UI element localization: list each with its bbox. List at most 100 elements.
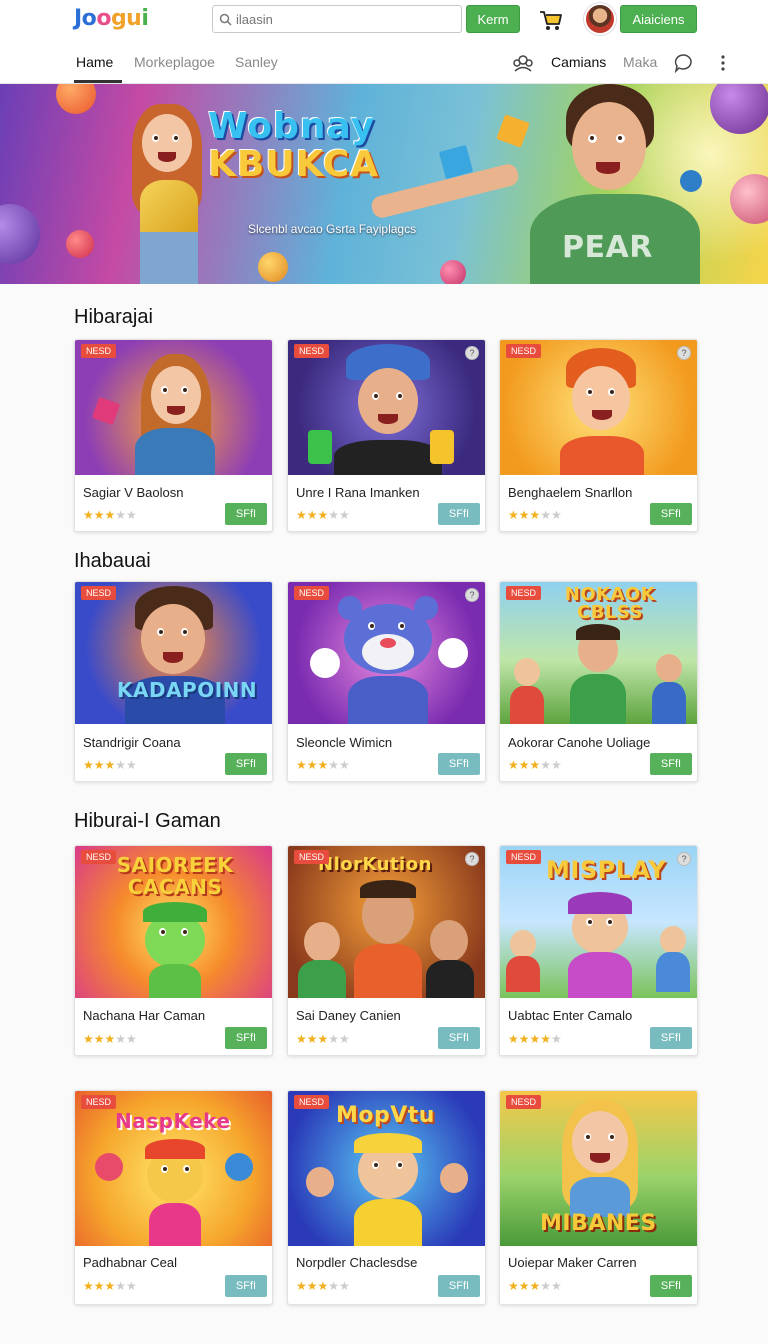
info-icon[interactable]: ? [677, 346, 691, 360]
game-art-title: SAIOREEK CACANS [116, 853, 234, 899]
star-rating: ★★★★★ [83, 1032, 137, 1046]
star-rating: ★★★★★ [508, 1279, 562, 1293]
game-art-title: MopVtu [336, 1103, 435, 1128]
logo-part: i [141, 6, 149, 31]
game-title[interactable]: Uabtac Enter Camalo [508, 1008, 632, 1023]
game-title[interactable]: Unre I Rana Imanken [296, 485, 420, 500]
game-card[interactable]: MISPLAY NESD ? Uabtac Enter Camalo ★★★★★… [499, 845, 698, 1056]
game-title[interactable]: Standrigir Coana [83, 735, 181, 750]
game-thumbnail: NESD [75, 340, 272, 475]
play-button[interactable]: SFfI [438, 1275, 480, 1297]
logo[interactable]: Joogui [74, 6, 149, 31]
play-button[interactable]: SFfI [650, 753, 692, 775]
community-icon[interactable] [512, 52, 534, 74]
play-button[interactable]: SFfI [438, 503, 480, 525]
search-icon [219, 13, 232, 26]
star-rating: ★★★★★ [296, 1032, 350, 1046]
tab-sanley[interactable]: Sanley [235, 54, 278, 70]
banner-title-line: Wobnay [208, 106, 376, 147]
game-thumbnail: NOKAOK CBLSS NESD [500, 582, 697, 724]
new-badge: NESD [294, 1095, 330, 1109]
hero-banner[interactable]: Wobnay KBUKCA Slcenbl avcao Gsrta Fayipl… [0, 84, 768, 284]
coin-decoration [258, 252, 288, 282]
star-rating: ★★★★★ [296, 1279, 350, 1293]
search-button[interactable]: Kerm [466, 5, 520, 33]
play-button[interactable]: SFfI [650, 1027, 692, 1049]
game-title[interactable]: Sleoncle Wimicn [296, 735, 392, 750]
game-card[interactable]: SAIOREEK CACANS NESD Nachana Har Caman ★… [74, 845, 273, 1056]
game-thumbnail: NlorKution NESD ? [288, 846, 485, 998]
game-card[interactable]: NESD Sagiar V Baolosn ★★★★★ SFfI [74, 339, 273, 532]
logo-part: o [96, 6, 111, 31]
game-title[interactable]: Norpdler Chaclesdse [296, 1255, 417, 1270]
info-icon[interactable]: ? [465, 852, 479, 866]
cart-icon[interactable] [538, 8, 564, 32]
game-thumbnail: SAIOREEK CACANS NESD [75, 846, 272, 998]
star-rating: ★★★★★ [296, 508, 350, 522]
game-title[interactable]: Sai Daney Canien [296, 1008, 401, 1023]
play-button[interactable]: SFfI [225, 503, 267, 525]
new-badge: NESD [81, 344, 117, 358]
play-button[interactable]: SFfI [225, 753, 267, 775]
banner-shirt-text: PEAR [562, 230, 653, 265]
nav-link-camians[interactable]: Camians [551, 54, 606, 70]
game-card[interactable]: NESD ? Benghaelem Snarllon ★★★★★ SFfI [499, 339, 698, 532]
star-rating: ★★★★★ [508, 1032, 562, 1046]
new-badge: NESD [81, 850, 117, 864]
game-card[interactable]: MIBANES NESD Uoiepar Maker Carren ★★★★★ … [499, 1090, 698, 1305]
new-badge: NESD [294, 344, 330, 358]
avatar[interactable] [584, 3, 616, 35]
play-button[interactable]: SFfI [438, 1027, 480, 1049]
play-button[interactable]: SFfI [650, 1275, 692, 1297]
game-card[interactable]: KADAPOINN NESD Standrigir Coana ★★★★★ SF… [74, 581, 273, 782]
chat-icon[interactable] [673, 52, 695, 74]
section-title: Hiburai-I Gaman [74, 810, 221, 832]
game-title[interactable]: Sagiar V Baolosn [83, 485, 183, 500]
game-card[interactable]: NESD ? Sleoncle Wimicn ★★★★★ SFfI [287, 581, 486, 782]
game-art-title: NOKAOK CBLSS [564, 584, 656, 623]
play-button[interactable]: SFfI [225, 1027, 267, 1049]
info-icon[interactable]: ? [465, 588, 479, 602]
game-thumbnail: NESD ? [288, 340, 485, 475]
tab-marketplace[interactable]: Morkeplagoe [134, 54, 215, 70]
game-art-title: MISPLAY [546, 856, 667, 884]
play-button[interactable]: SFfI [225, 1275, 267, 1297]
game-title[interactable]: Padhabnar Ceal [83, 1255, 177, 1270]
ball-decoration [56, 84, 96, 114]
section-title: Hibarajai [74, 306, 153, 328]
game-card[interactable]: NlorKution NESD ? Sai Daney Canien ★★★★★… [287, 845, 486, 1056]
banner-boy-illustration: PEAR [369, 84, 710, 284]
search-input[interactable] [236, 11, 456, 27]
banner-subtitle: Slcenbl avcao Gsrta Fayiplagcs [248, 222, 417, 236]
new-badge: NESD [506, 586, 542, 600]
game-title[interactable]: Nachana Har Caman [83, 1008, 205, 1023]
game-thumbnail: NESD ? [500, 340, 697, 475]
play-button[interactable]: SFfI [650, 503, 692, 525]
info-icon[interactable]: ? [465, 346, 479, 360]
tab-home[interactable]: Hame [76, 54, 113, 70]
game-art-title: NlorKution [318, 854, 432, 875]
game-card[interactable]: NESD ? Unre I Rana Imanken ★★★★★ SFfI [287, 339, 486, 532]
account-button[interactable]: Aiaiciens [620, 5, 697, 33]
game-title[interactable]: Aokorar Canohe Uoliage [508, 735, 650, 750]
game-card[interactable]: NaspKeke NESD Padhabnar Ceal ★★★★★ SFfI [74, 1090, 273, 1305]
game-thumbnail: MISPLAY NESD ? [500, 846, 697, 998]
game-art-title: KADAPOINN [117, 678, 258, 702]
search-box [212, 5, 462, 33]
game-art-title: NaspKeke [115, 1109, 231, 1133]
nav-link-maka[interactable]: Maka [623, 54, 657, 70]
section-title: Ihabauai [74, 550, 151, 572]
banner-title-line: KBUKCA [208, 144, 380, 185]
new-badge: NESD [506, 850, 542, 864]
info-icon[interactable]: ? [677, 852, 691, 866]
top-bar: Joogui Kerm Aiaiciens [0, 0, 768, 40]
star-rating: ★★★★★ [508, 508, 562, 522]
play-button[interactable]: SFfI [438, 753, 480, 775]
more-icon[interactable] [712, 52, 734, 74]
logo-part: gu [110, 6, 142, 31]
game-card[interactable]: NOKAOK CBLSS NESD Aokorar Canohe Uoliage… [499, 581, 698, 782]
game-card[interactable]: MopVtu NESD Norpdler Chaclesdse ★★★★★ SF… [287, 1090, 486, 1305]
game-thumbnail: KADAPOINN NESD [75, 582, 272, 724]
game-title[interactable]: Benghaelem Snarllon [508, 485, 632, 500]
game-title[interactable]: Uoiepar Maker Carren [508, 1255, 637, 1270]
